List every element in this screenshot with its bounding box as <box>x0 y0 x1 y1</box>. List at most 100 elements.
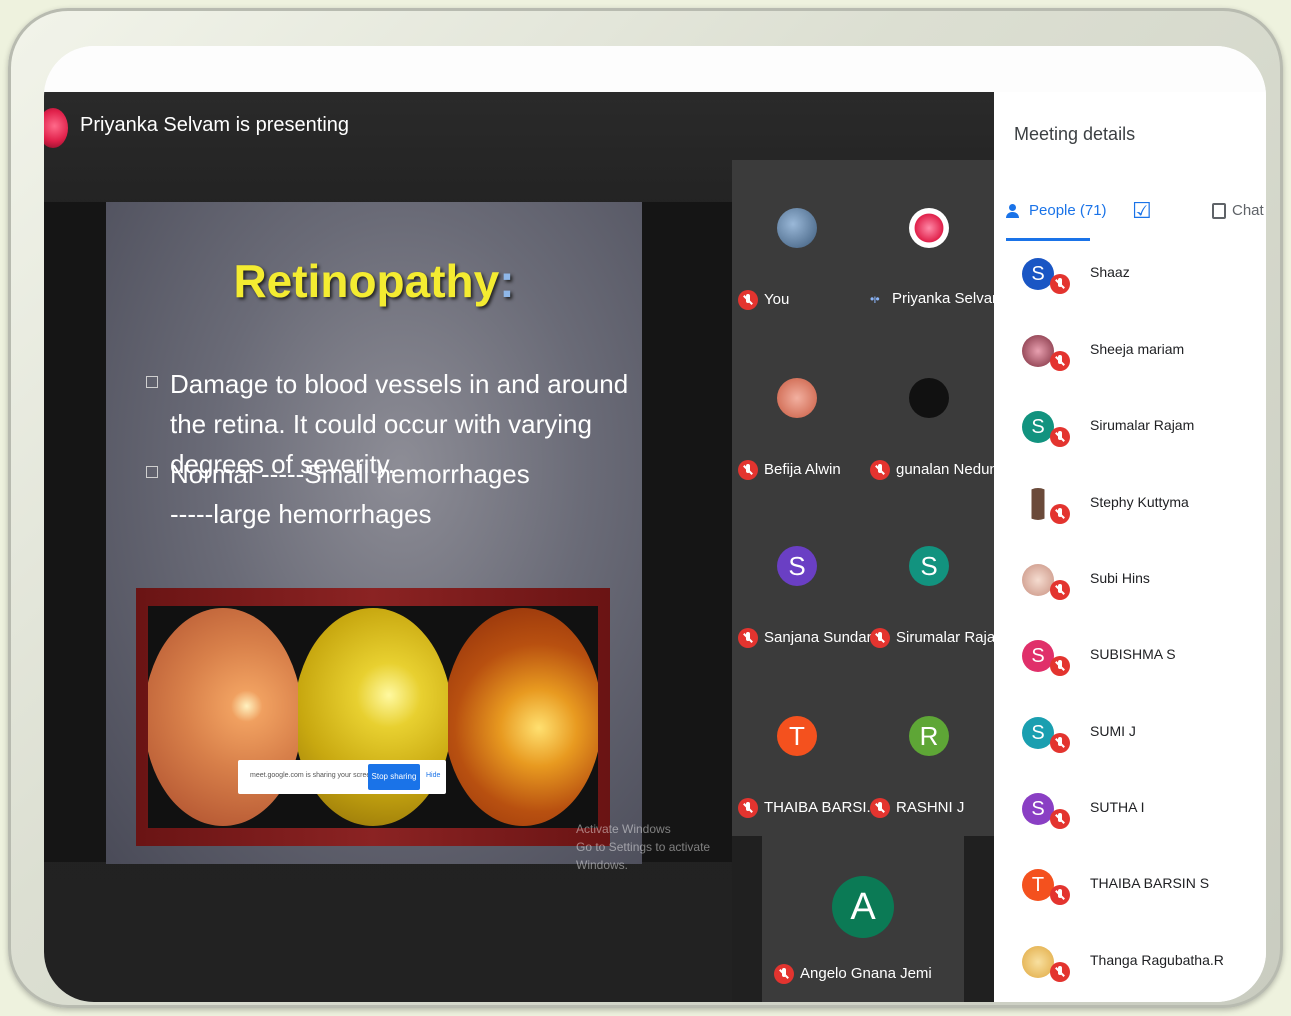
slide-title-suffix: : <box>499 255 515 307</box>
tile-label: gunalan Nedun... <box>870 460 1010 480</box>
mic-off-icon <box>1050 885 1070 905</box>
mic-off-icon <box>870 798 890 818</box>
image-frame: Priyanka Selvam is presenting Retinopath… <box>8 8 1283 1008</box>
tab-activities[interactable]: ☑ <box>1132 198 1152 224</box>
avatar: S <box>909 546 949 586</box>
hide-share-bar-link[interactable]: Hide <box>426 772 440 779</box>
mic-off-icon <box>1050 351 1070 371</box>
presenter-status: Priyanka Selvam is presenting <box>80 114 350 136</box>
mic-off-icon <box>870 460 890 480</box>
meeting-stage: Priyanka Selvam is presenting Retinopath… <box>44 92 1010 1002</box>
participant-row[interactable]: Sheeja mariam <box>994 325 1266 401</box>
presentation-slide: Retinopathy: Damage to blood vessels in … <box>106 202 642 864</box>
chat-icon <box>1212 203 1226 220</box>
avatar: T <box>777 716 817 756</box>
slide-bullet-text: Normal -----Small hemorrhages -----large… <box>170 459 530 529</box>
tab-chat-label: Chat <box>1232 202 1264 219</box>
tile-label: Angelo Gnana Jemi <box>774 964 932 984</box>
participant-name: Thanga Ragubatha.R <box>1090 952 1224 968</box>
participant-row[interactable]: Thanga Ragubatha.R <box>994 936 1266 1002</box>
tile-label: Sanjana Sundar <box>738 628 872 648</box>
screen-share-bar: meet.google.com is sharing your screen. … <box>238 760 446 794</box>
participant-name: SUBISHMA S <box>1090 646 1176 662</box>
watermark-line-2: Go to Settings to activate Windows. <box>576 840 711 872</box>
participant-row[interactable]: Stephy Kuttyma <box>994 478 1266 554</box>
participant-row[interactable]: S SUBISHMA S <box>994 630 1266 706</box>
tile-label: RASHNI J <box>870 798 964 818</box>
participant-name: Angelo Gnana Jemi <box>800 964 932 982</box>
participant-tile[interactable]: gunalan Nedun... <box>864 330 1010 498</box>
participant-row[interactable]: S Shaaz <box>994 248 1266 324</box>
participant-tile[interactable]: You <box>732 160 862 328</box>
avatar: A <box>832 876 894 938</box>
bullet-icon <box>146 376 158 388</box>
tile-label: You <box>738 290 789 310</box>
tab-chat[interactable]: Chat <box>1212 202 1264 220</box>
panel-title: Meeting details <box>1014 124 1136 144</box>
mic-off-icon <box>1050 274 1070 294</box>
participant-tile[interactable]: R RASHNI J <box>864 668 994 836</box>
mic-off-icon <box>738 460 758 480</box>
participant-name: Sirumalar Rajam <box>1090 417 1195 433</box>
active-tab-indicator <box>1006 238 1090 241</box>
participant-tile[interactable]: T THAIBA BARSI... <box>732 668 879 836</box>
mic-off-icon <box>1050 656 1070 676</box>
participant-name: THAIBA BARSI... <box>764 798 880 816</box>
avatar <box>909 378 949 418</box>
participant-row[interactable]: T THAIBA BARSIN S <box>994 859 1266 935</box>
participant-name: Subi Hins <box>1090 570 1150 586</box>
tab-people[interactable]: People (71) <box>1006 202 1107 241</box>
participant-tile[interactable]: S Sirumalar Rajam <box>864 498 1008 666</box>
mic-off-icon <box>1050 809 1070 829</box>
avatar <box>777 208 817 248</box>
participant-name: Sanjana Sundar <box>764 628 872 646</box>
avatar: R <box>909 716 949 756</box>
stop-sharing-button[interactable]: Stop sharing <box>368 764 420 790</box>
slide-title-text: Retinopathy <box>233 255 500 307</box>
participant-name: Sheeja mariam <box>1090 341 1185 357</box>
participant-name: You <box>764 290 790 308</box>
mic-off-icon <box>738 290 758 310</box>
slide-title: Retinopathy: <box>106 254 642 308</box>
fundus-image-small-hemorrhages <box>298 606 448 828</box>
checklist-icon: ☑ <box>1132 198 1152 223</box>
watermark-line-1: Activate Windows <box>576 822 671 836</box>
tab-people-label: People (71) <box>1029 202 1107 219</box>
participant-tile[interactable]: A Angelo Gnana Jemi <box>768 836 958 1002</box>
participant-row[interactable]: Subi Hins <box>994 554 1266 630</box>
participant-name: RASHNI J <box>896 798 965 816</box>
avatar <box>909 208 949 248</box>
mic-off-icon <box>738 628 758 648</box>
participant-row[interactable]: S SUTHA I <box>994 783 1266 859</box>
presenter-bar: Priyanka Selvam is presenting <box>44 92 994 162</box>
participant-name: Priyanka Selvam <box>892 290 1005 307</box>
mic-off-icon <box>1050 427 1070 447</box>
meet-window: Priyanka Selvam is presenting Retinopath… <box>44 46 1266 1002</box>
bullet-icon <box>146 466 158 478</box>
tile-label: Befija Alwin <box>738 460 841 480</box>
participant-tile[interactable]: Befija Alwin <box>732 330 862 498</box>
mic-off-icon <box>738 798 758 818</box>
shared-screen[interactable]: Retinopathy: Damage to blood vessels in … <box>44 202 732 872</box>
presenter-avatar <box>44 108 68 148</box>
share-bar-text: meet.google.com is sharing your screen. <box>250 772 377 779</box>
mic-off-icon <box>774 964 794 984</box>
mic-off-icon <box>1050 733 1070 753</box>
avatar: S <box>777 546 817 586</box>
tile-label: THAIBA BARSI... <box>738 798 879 818</box>
participant-name: SUMI J <box>1090 723 1136 739</box>
fundus-image-large-hemorrhages <box>448 606 598 828</box>
tile-label: •ı• Priyanka Selvam <box>870 290 1005 307</box>
fundus-image-normal <box>148 606 298 828</box>
participant-name: SUTHA I <box>1090 799 1145 815</box>
people-icon <box>1006 204 1024 219</box>
participant-name: Stephy Kuttyma <box>1090 494 1189 510</box>
participant-row[interactable]: S Sirumalar Rajam <box>994 401 1266 477</box>
participant-row[interactable]: S SUMI J <box>994 707 1266 783</box>
tile-label: Sirumalar Rajam <box>870 628 1008 648</box>
meeting-details-panel: Meeting details People (71) ☑ Chat S Sha… <box>994 92 1266 1002</box>
participant-tile[interactable]: •ı• Priyanka Selvam <box>864 160 1005 328</box>
participant-name: Befija Alwin <box>764 460 841 478</box>
fundus-images <box>136 588 610 846</box>
participant-tile[interactable]: S Sanjana Sundar <box>732 498 872 666</box>
